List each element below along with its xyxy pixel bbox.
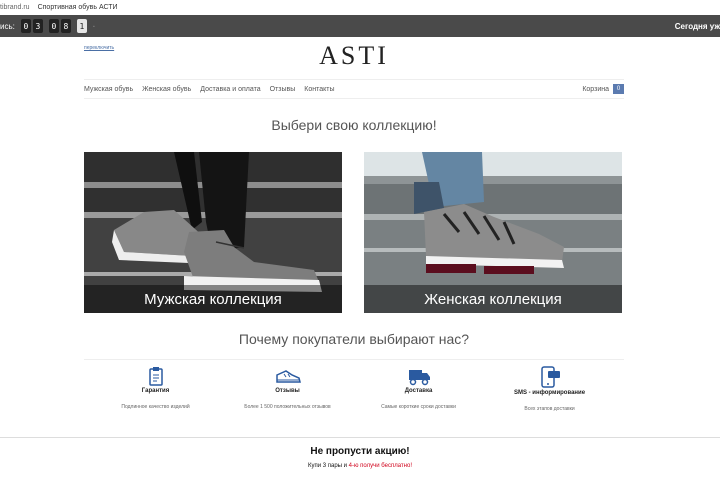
promo-text-highlight: 4-ю получи бесплатно! xyxy=(348,463,412,469)
tab-title[interactable]: Спортивная обувь АСТИ xyxy=(38,4,118,11)
women-collection-card[interactable]: Женская коллекция xyxy=(364,152,622,313)
cart-link[interactable]: Корзина 0 xyxy=(582,84,624,94)
women-collection-caption: Женская коллекция xyxy=(364,285,622,313)
feature-guarantee: Гарантия Подлинное качество изделий xyxy=(88,366,223,410)
nav-item-women[interactable]: Женская обувь xyxy=(142,86,191,93)
promo-text: Купи 3 пары и 4-ю получи бесплатно! xyxy=(0,463,720,469)
section-divider xyxy=(84,359,624,360)
site-header: переключить ASTI xyxy=(84,37,624,79)
feature-description: Более 1 500 положительных отзывов xyxy=(244,404,331,410)
countdown-digit: · xyxy=(88,19,99,33)
feature-delivery: Доставка Самые короткие сроки доставки xyxy=(351,366,486,410)
nav-item-delivery[interactable]: Доставка и оплата xyxy=(200,86,260,93)
countdown-digit: 1 xyxy=(76,19,87,33)
cart-label: Корзина xyxy=(582,85,609,93)
feature-title: Доставка xyxy=(404,388,433,394)
feature-title: SMS - информирование xyxy=(513,390,586,396)
countdown-bar: ись: 0 3 0 8 1 · Сегодня уж xyxy=(0,15,720,37)
feature-sms: SMS - информирование Всех этапов доставк… xyxy=(482,366,617,412)
cart-count-badge: 0 xyxy=(613,84,624,94)
promo-divider xyxy=(0,437,720,438)
nav-item-contacts[interactable]: Контакты xyxy=(304,86,334,93)
countdown-label: ись: xyxy=(0,21,15,31)
feature-description: Подлинное качество изделий xyxy=(121,404,190,410)
feature-title: Гарантия xyxy=(141,388,170,394)
collections-heading: Выбери свою коллекцию! xyxy=(271,117,437,133)
men-collection-card[interactable]: Мужская коллекция xyxy=(84,152,342,313)
countdown-digit: 3 xyxy=(32,19,43,33)
nav-item-men[interactable]: Мужская обувь xyxy=(84,86,133,93)
countdown-digit: 0 xyxy=(20,19,31,33)
nav-item-reviews[interactable]: Отзывы xyxy=(270,86,296,93)
sneaker-icon xyxy=(275,370,301,383)
browser-tab-strip: tibrand.ru Спортивная обувь АСТИ xyxy=(0,0,720,14)
why-heading: Почему покупатели выбирают нас? xyxy=(238,331,470,347)
men-collection-caption: Мужская коллекция xyxy=(84,285,342,313)
countdown-caption: Сегодня уж xyxy=(674,21,720,31)
truck-icon xyxy=(408,370,430,386)
main-nav: Мужская обувь Женская обувь Доставка и о… xyxy=(84,79,624,99)
countdown-digit: 0 xyxy=(48,19,59,33)
feature-reviews: Отзывы Более 1 500 положительных отзывов xyxy=(220,366,355,410)
promo-text-main: Купи 3 пары и xyxy=(307,463,349,469)
feature-title: Отзывы xyxy=(275,388,300,394)
promo-title: Не пропусти акцию! xyxy=(310,446,410,457)
clipboard-icon xyxy=(148,367,163,386)
countdown-digit: 8 xyxy=(60,19,71,33)
feature-description: Самые короткие сроки доставки xyxy=(381,404,456,410)
phone-sms-icon xyxy=(540,366,560,388)
feature-description: Всех этапов доставки xyxy=(524,406,575,412)
site-logo[interactable]: ASTI xyxy=(84,41,624,71)
address-text[interactable]: tibrand.ru xyxy=(0,4,30,11)
